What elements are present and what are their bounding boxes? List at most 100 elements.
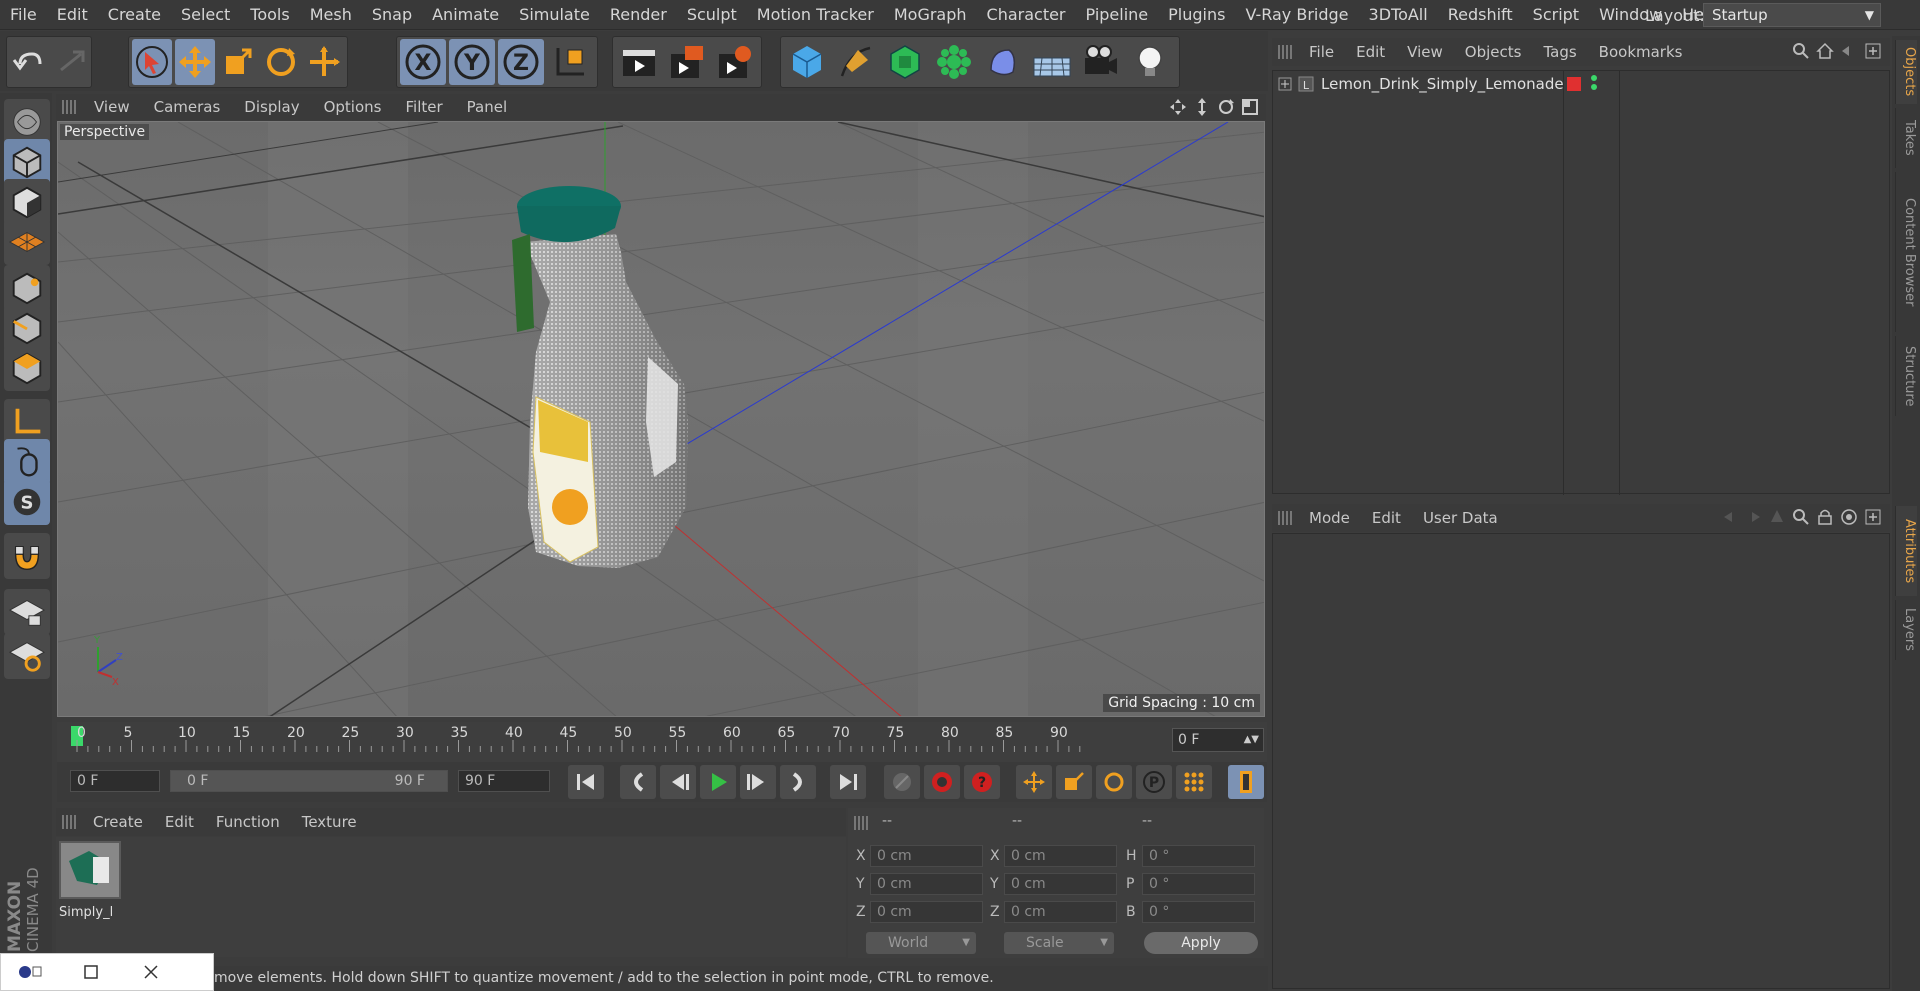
pen-spline-button[interactable] <box>833 39 879 85</box>
x-axis-lock-button[interactable]: X <box>400 39 446 85</box>
go-to-end-button[interactable] <box>830 765 866 799</box>
menu-pipeline[interactable]: Pipeline <box>1076 5 1159 24</box>
pos-y-field[interactable]: 0 cm <box>870 873 983 895</box>
object-name[interactable]: Lemon_Drink_Simply_Lemonade <box>1321 75 1564 93</box>
viewport-menu-display[interactable]: Display <box>232 98 311 116</box>
pos-x-field[interactable]: 0 cm <box>870 845 983 867</box>
zoom-icon[interactable] <box>1192 97 1212 117</box>
menu-vray-bridge[interactable]: V-Ray Bridge <box>1235 5 1358 24</box>
key-pla-button[interactable] <box>1176 765 1212 799</box>
menu-mesh[interactable]: Mesh <box>300 5 362 24</box>
deformer-button[interactable] <box>980 39 1026 85</box>
new-panel-icon[interactable] <box>1864 508 1882 526</box>
menu-tools[interactable]: Tools <box>240 5 299 24</box>
close-button[interactable] <box>121 953 181 991</box>
restore-button[interactable] <box>1 953 61 991</box>
lock-workplane-button[interactable] <box>4 589 50 635</box>
tab-takes[interactable]: Takes <box>1895 108 1917 168</box>
play-button[interactable] <box>700 765 736 799</box>
layer-color-swatch[interactable] <box>1567 77 1581 91</box>
object-menu-edit[interactable]: Edit <box>1345 43 1396 61</box>
menu-file[interactable]: File <box>0 5 47 24</box>
menu-mograph[interactable]: MoGraph <box>884 5 977 24</box>
timeline-window-button[interactable] <box>1228 765 1264 799</box>
pos-z-field[interactable]: 0 cm <box>870 901 983 923</box>
menu-sculpt[interactable]: Sculpt <box>677 5 747 24</box>
object-menu-file[interactable]: File <box>1298 43 1345 61</box>
menu-plugins[interactable]: Plugins <box>1158 5 1235 24</box>
material-menu-create[interactable]: Create <box>82 813 154 831</box>
layout-dropdown[interactable]: Startup ▼ <box>1703 3 1881 27</box>
rot-b-field[interactable]: 0 ° <box>1142 901 1255 923</box>
tab-attributes[interactable]: Attributes <box>1895 506 1917 596</box>
up-arrow-icon[interactable] <box>1768 508 1786 526</box>
scale-tool-button[interactable] <box>218 39 258 85</box>
orbit-icon[interactable] <box>1216 97 1236 117</box>
select-tool-button[interactable] <box>132 39 172 85</box>
polygons-mode-button[interactable] <box>4 345 50 391</box>
apply-button[interactable]: Apply <box>1144 932 1258 954</box>
undo-button[interactable] <box>10 39 50 85</box>
timeline-ruler[interactable]: 0 5 10 15 20 25 30 35 40 45 50 55 60 65 70 75 80 85 90 <box>57 722 1267 762</box>
expand-plus-icon[interactable] <box>1277 76 1293 92</box>
record-disabled-button[interactable] <box>884 765 920 799</box>
search-icon[interactable] <box>1792 42 1810 60</box>
menu-3dtoall[interactable]: 3DToAll <box>1359 5 1438 24</box>
menu-character[interactable]: Character <box>977 5 1076 24</box>
grip-handle-icon[interactable] <box>854 816 868 830</box>
previous-key-button[interactable] <box>620 765 656 799</box>
coordinate-space-dropdown[interactable]: World ▼ <box>866 932 976 954</box>
viewport-menu-filter[interactable]: Filter <box>393 98 454 116</box>
tab-layers[interactable]: Layers <box>1895 600 1917 660</box>
viewport-menu-cameras[interactable]: Cameras <box>142 98 233 116</box>
size-mode-dropdown[interactable]: Scale ▼ <box>1004 932 1114 954</box>
viewport-menu-panel[interactable]: Panel <box>455 98 519 116</box>
grip-handle-icon[interactable] <box>62 815 76 829</box>
object-menu-bookmarks[interactable]: Bookmarks <box>1588 43 1694 61</box>
render-view-button[interactable] <box>616 39 661 85</box>
menu-render[interactable]: Render <box>600 5 677 24</box>
tab-structure[interactable]: Structure <box>1895 336 1917 416</box>
menu-redshift[interactable]: Redshift <box>1438 5 1523 24</box>
cube-button[interactable] <box>784 39 830 85</box>
visibility-dots[interactable] <box>1591 75 1599 93</box>
z-axis-lock-button[interactable]: Z <box>498 39 544 85</box>
attribute-menu-edit[interactable]: Edit <box>1361 509 1412 527</box>
solo-mode-button[interactable]: S <box>4 479 50 525</box>
current-frame-field[interactable]: 0 F ▲▼ <box>1172 728 1264 752</box>
spinner-icon[interactable]: ▲▼ <box>1244 729 1259 751</box>
attribute-menu-mode[interactable]: Mode <box>1298 509 1361 527</box>
menu-edit[interactable]: Edit <box>47 5 98 24</box>
new-panel-icon[interactable] <box>1864 42 1882 60</box>
object-row[interactable]: L Lemon_Drink_Simply_Lemonade <box>1277 73 1877 95</box>
max-time-field[interactable]: 90 F <box>458 770 550 792</box>
pan-icon[interactable] <box>1168 97 1188 117</box>
mograph-cloner-button[interactable] <box>931 39 977 85</box>
maximize-view-icon[interactable] <box>1240 97 1260 117</box>
back-arrow-icon[interactable] <box>1840 42 1858 60</box>
size-x-field[interactable]: 0 cm <box>1004 845 1117 867</box>
key-rotation-button[interactable] <box>1096 765 1132 799</box>
lemonade-bottle-model[interactable] <box>512 186 688 568</box>
keyframe-selection-button[interactable]: ? <box>964 765 1000 799</box>
material-menu-edit[interactable]: Edit <box>154 813 205 831</box>
grip-handle-icon[interactable] <box>1278 511 1292 525</box>
y-axis-lock-button[interactable]: Y <box>449 39 495 85</box>
object-menu-view[interactable]: View <box>1396 43 1454 61</box>
planar-workplane-button[interactable] <box>4 633 50 679</box>
menu-animate[interactable]: Animate <box>422 5 509 24</box>
light-button[interactable] <box>1127 39 1173 85</box>
home-icon[interactable] <box>1816 42 1834 60</box>
menu-motion-tracker[interactable]: Motion Tracker <box>747 5 884 24</box>
camera-button[interactable] <box>1078 39 1124 85</box>
maximize-button[interactable] <box>61 953 121 991</box>
menu-snap[interactable]: Snap <box>362 5 422 24</box>
menu-create[interactable]: Create <box>98 5 171 24</box>
render-settings-button[interactable] <box>713 39 758 85</box>
rot-p-field[interactable]: 0 ° <box>1142 873 1255 895</box>
attribute-menu-user-data[interactable]: User Data <box>1412 509 1509 527</box>
preview-range-slider[interactable]: 0 F 90 F <box>170 770 448 792</box>
coordinate-system-button[interactable] <box>547 39 593 85</box>
viewport-menu-options[interactable]: Options <box>312 98 394 116</box>
target-icon[interactable] <box>1840 508 1858 526</box>
